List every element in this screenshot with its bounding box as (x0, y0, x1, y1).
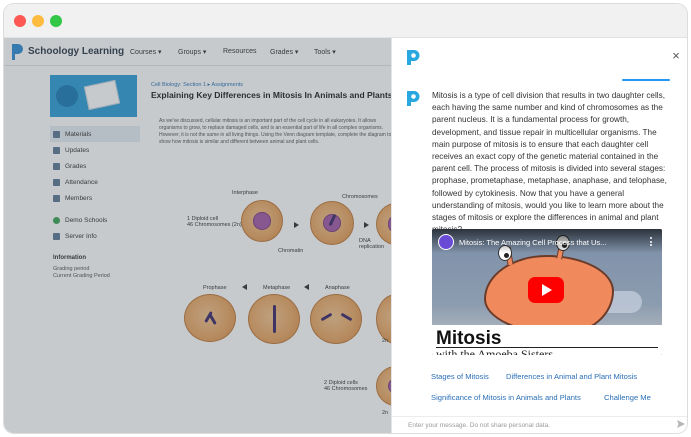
suggestion-differences-animal-plant[interactable]: Differences in Animal and Plant Mitosis (506, 372, 637, 381)
message-input[interactable] (408, 419, 658, 431)
assistant-logo-icon (407, 50, 420, 65)
youtube-video-embed[interactable]: Mitosis: The Amazing Cell Process that U… (432, 229, 662, 355)
panel-accent-line (622, 79, 670, 81)
ai-chat-panel: × Mitosis is a type of cell division tha… (391, 38, 687, 433)
assistant-message: Mitosis is a type of cell division that … (432, 91, 667, 234)
window-titlebar (4, 4, 687, 38)
window-close-button[interactable] (14, 15, 26, 27)
app-window: Schoology Learning Courses ▾ Groups ▾ Re… (4, 4, 687, 433)
suggestion-stages-of-mitosis[interactable]: Stages of Mitosis (431, 372, 489, 381)
window-minimize-button[interactable] (32, 15, 44, 27)
suggestion-significance-of-mitosis[interactable]: Significance of Mitosis in Animals and P… (431, 393, 581, 402)
lms-page: Schoology Learning Courses ▾ Groups ▾ Re… (4, 38, 391, 433)
video-title[interactable]: Mitosis: The Amazing Cell Process that U… (459, 238, 639, 247)
more-options-icon[interactable] (647, 236, 655, 248)
channel-avatar[interactable] (438, 234, 454, 250)
assistant-avatar-icon (407, 91, 420, 106)
play-button[interactable] (528, 277, 564, 303)
video-caption-subtitle: with the Amoeba Sisters (436, 347, 553, 355)
send-icon[interactable] (676, 419, 686, 429)
suggestion-challenge-me[interactable]: Challenge Me (604, 393, 651, 402)
window-maximize-button[interactable] (50, 15, 62, 27)
close-icon[interactable]: × (670, 49, 682, 62)
modal-backdrop[interactable] (4, 38, 391, 433)
